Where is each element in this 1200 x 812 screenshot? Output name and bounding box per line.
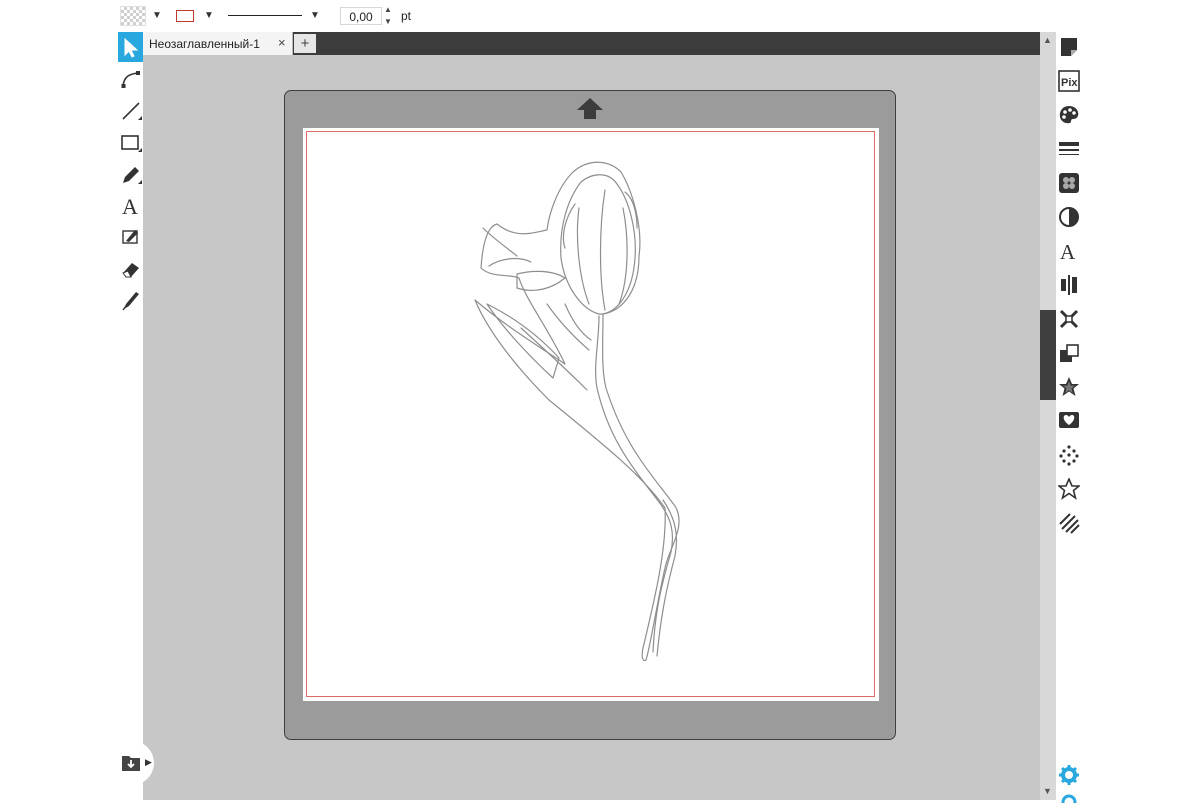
hatch-icon bbox=[1059, 513, 1080, 534]
replicate-button[interactable] bbox=[1058, 308, 1080, 330]
scroll-up-arrow-icon[interactable]: ▲ bbox=[1043, 35, 1052, 45]
trace-icon bbox=[1059, 412, 1079, 428]
tab-label: Неозаглавленный-1 bbox=[149, 37, 260, 51]
pen-icon bbox=[122, 292, 139, 311]
stroke-width-input[interactable]: 0,00 bbox=[340, 7, 382, 25]
stroke-color-dropdown-arrow-icon[interactable]: ▼ bbox=[204, 11, 214, 21]
settings-secondary-icon bbox=[1061, 794, 1077, 810]
media-page bbox=[303, 128, 879, 701]
line-style-button[interactable] bbox=[1058, 138, 1080, 160]
pencil-icon bbox=[123, 167, 142, 184]
pen-tool[interactable] bbox=[118, 284, 143, 314]
select-tool[interactable] bbox=[118, 32, 143, 62]
sketch-button[interactable] bbox=[1058, 444, 1080, 466]
knife-tool[interactable] bbox=[118, 221, 143, 251]
cutting-mat bbox=[284, 90, 896, 740]
vertical-scrollbar[interactable]: ▲ ▼ bbox=[1040, 32, 1056, 800]
fill-color-button[interactable] bbox=[1058, 104, 1080, 126]
image-effects-button[interactable] bbox=[1058, 172, 1080, 194]
line-style-icon bbox=[1059, 142, 1079, 155]
hatch-button[interactable] bbox=[1058, 512, 1080, 534]
bezier-tool[interactable] bbox=[118, 63, 143, 93]
settings-icon bbox=[1059, 765, 1079, 785]
stepper-down-icon[interactable]: ▼ bbox=[384, 17, 392, 26]
transparency-icon bbox=[1059, 207, 1079, 227]
modify-button[interactable] bbox=[1058, 342, 1080, 364]
stroke-width-stepper[interactable]: ▲ ▼ bbox=[384, 5, 394, 27]
modify-icon bbox=[1060, 344, 1079, 362]
right-panel-toolbar: Pix A bbox=[1056, 32, 1082, 810]
fill-color-icon bbox=[1059, 106, 1079, 124]
tab-document-1[interactable]: Неозаглавленный-1 × bbox=[143, 32, 293, 55]
pencil-tool[interactable] bbox=[118, 159, 143, 189]
add-tab-button[interactable]: + bbox=[294, 34, 316, 53]
settings-secondary-button[interactable] bbox=[1058, 790, 1080, 812]
stroke-unit-label: pt bbox=[401, 9, 412, 23]
stroke-color-swatch[interactable] bbox=[176, 10, 194, 22]
align-icon bbox=[1061, 275, 1077, 295]
pixscan-icon: Pix bbox=[1058, 70, 1080, 92]
tulip-design-shape[interactable] bbox=[303, 128, 879, 701]
transparency-button[interactable] bbox=[1058, 206, 1080, 228]
select-pointer-icon bbox=[124, 37, 139, 58]
knife-icon bbox=[122, 230, 138, 244]
settings-button[interactable] bbox=[1058, 764, 1080, 786]
fill-pattern-swatch[interactable] bbox=[120, 6, 146, 26]
page-setup-icon bbox=[1061, 38, 1077, 56]
sketch-icon bbox=[1059, 445, 1079, 466]
text-style-icon: A bbox=[1060, 240, 1076, 264]
trace-button[interactable] bbox=[1058, 410, 1080, 432]
document-tab-bar: Неозаглавленный-1 × + bbox=[143, 32, 1040, 55]
scroll-down-arrow-icon[interactable]: ▼ bbox=[1043, 786, 1052, 796]
rectangle-tool[interactable] bbox=[118, 127, 143, 157]
top-toolbar: ▼ ▼ ▼ 0,00 ▲ ▼ pt bbox=[118, 0, 1080, 32]
line-style-preview[interactable] bbox=[228, 15, 302, 16]
text-style-button[interactable]: A bbox=[1058, 240, 1080, 264]
page-setup-button[interactable] bbox=[1058, 36, 1080, 58]
offset-button[interactable] bbox=[1058, 376, 1080, 398]
line-tool[interactable] bbox=[118, 95, 143, 125]
offset-icon bbox=[1059, 377, 1079, 396]
svg-text:A: A bbox=[122, 195, 138, 217]
rhinestone-button[interactable] bbox=[1056, 476, 1082, 500]
svg-text:A: A bbox=[1060, 240, 1076, 262]
rectangle-icon bbox=[121, 135, 142, 152]
rhinestone-icon bbox=[1056, 476, 1082, 500]
svg-text:Pix: Pix bbox=[1061, 77, 1078, 89]
tab-close-icon[interactable]: × bbox=[278, 35, 286, 50]
text-icon: A bbox=[122, 195, 138, 217]
flyout-expand-arrow-icon[interactable]: ▶ bbox=[145, 757, 152, 768]
align-button[interactable] bbox=[1058, 274, 1080, 296]
eraser-icon bbox=[122, 263, 139, 278]
line-style-dropdown-arrow-icon[interactable]: ▼ bbox=[310, 11, 320, 21]
image-effects-icon bbox=[1059, 173, 1079, 193]
left-toolbar: A bbox=[118, 32, 143, 800]
bezier-curve-icon bbox=[121, 71, 140, 88]
feed-direction-arrow-icon bbox=[577, 98, 603, 119]
pixscan-button[interactable]: Pix bbox=[1058, 70, 1080, 92]
design-canvas[interactable] bbox=[143, 55, 1040, 800]
stepper-up-icon[interactable]: ▲ bbox=[384, 5, 392, 14]
replicate-icon bbox=[1059, 309, 1079, 329]
line-icon bbox=[122, 102, 142, 120]
eraser-tool[interactable] bbox=[118, 253, 143, 283]
text-tool[interactable]: A bbox=[118, 190, 143, 220]
scroll-thumb[interactable] bbox=[1040, 310, 1056, 400]
library-download-icon bbox=[122, 756, 140, 771]
fill-dropdown-arrow-icon[interactable]: ▼ bbox=[152, 11, 162, 21]
